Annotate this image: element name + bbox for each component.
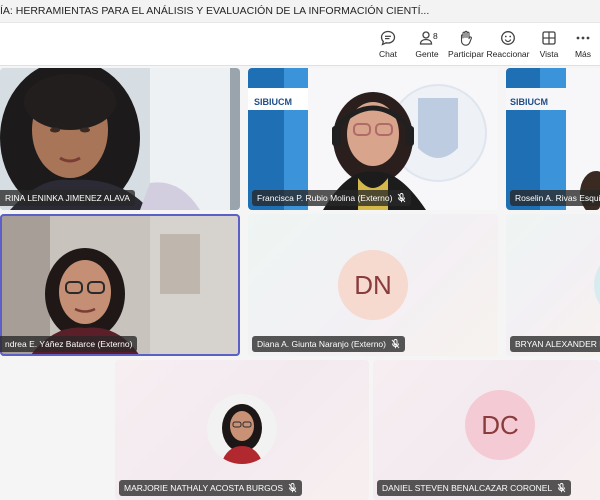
participant-nametag: BRYAN ALEXANDER MA	[510, 336, 600, 352]
participant-nametag: MARJORIE NATHALY ACOSTA BURGOS	[119, 480, 303, 496]
meeting-toolbar: Chat 8 Gente Participar Reaccionar Vista…	[0, 22, 600, 66]
banner-brand-text: SIBIUCM	[510, 97, 548, 107]
chat-button[interactable]: Chat	[366, 29, 410, 63]
video-grid: RINA LENINKA JIMENEZ ALAVA SIBIUCM Franc…	[0, 66, 600, 500]
participant-tile[interactable]: SIBIUCM Roselin A. Rivas Esquivia	[506, 68, 600, 210]
window-titlebar: ÍA: HERRAMIENTAS PARA EL ANÁLISIS Y EVAL…	[0, 0, 600, 22]
react-button[interactable]: Reaccionar	[486, 29, 530, 63]
mic-off-icon	[391, 339, 400, 349]
participant-video	[506, 68, 600, 210]
participant-video	[248, 68, 498, 210]
participant-nametag: DANIEL STEVEN BENALCAZAR CORONEL	[377, 480, 572, 496]
smile-icon	[501, 31, 515, 45]
participant-name: Roselin A. Rivas Esquivia	[515, 193, 600, 203]
more-button[interactable]: Más	[566, 29, 600, 63]
participant-tile[interactable]: SIBIUCM Francisca P. Rubio Molina (Exter…	[248, 68, 498, 210]
participant-tile[interactable]: DN Diana A. Giunta Naranjo (Externo)	[248, 214, 498, 356]
participant-name: Francisca P. Rubio Molina (Externo)	[257, 193, 393, 203]
participant-avatar: DC	[465, 390, 535, 460]
participant-video	[0, 68, 240, 210]
participant-name: MARJORIE NATHALY ACOSTA BURGOS	[124, 483, 284, 493]
raise-hand-label: Participar	[448, 49, 484, 59]
participant-name: RINA LENINKA JIMENEZ ALAVA	[5, 193, 130, 203]
participant-nametag: RINA LENINKA JIMENEZ ALAVA	[0, 190, 135, 206]
participant-nametag: Roselin A. Rivas Esquivia	[510, 190, 600, 206]
mic-off-icon	[557, 483, 566, 493]
participant-avatar: DN	[338, 250, 408, 320]
mic-off-icon	[288, 483, 297, 493]
participant-nametag: Francisca P. Rubio Molina (Externo)	[252, 190, 412, 206]
people-count: 8	[433, 31, 438, 41]
meeting-title: ÍA: HERRAMIENTAS PARA EL ANÁLISIS Y EVAL…	[0, 5, 430, 17]
raise-hand-button[interactable]: Participar	[444, 29, 488, 63]
participant-tile-active-speaker[interactable]: ndrea E. Yáñez Batarce (Externo)	[0, 214, 240, 356]
participant-tile[interactable]: MARJORIE NATHALY ACOSTA BURGOS	[115, 360, 369, 500]
more-options-icon	[576, 36, 590, 40]
banner-brand-text: SIBIUCM	[254, 97, 292, 107]
avatar-photo	[207, 394, 277, 464]
avatar-initials: DC	[481, 409, 519, 440]
avatar-initials: DN	[354, 269, 392, 300]
participant-nametag: ndrea E. Yáñez Batarce (Externo)	[0, 336, 138, 352]
more-label: Más	[574, 49, 592, 59]
participant-name: ndrea E. Yáñez Batarce (Externo)	[5, 339, 133, 349]
hand-icon	[460, 30, 472, 46]
mic-off-icon	[398, 193, 406, 203]
participant-name: DANIEL STEVEN BENALCAZAR CORONEL	[382, 483, 553, 493]
participant-tile[interactable]: RINA LENINKA JIMENEZ ALAVA	[0, 68, 240, 210]
view-label: Vista	[539, 49, 559, 59]
view-button[interactable]: Vista	[527, 29, 571, 63]
participant-video	[0, 214, 240, 356]
participant-avatar	[207, 394, 277, 464]
people-label: Gente	[415, 49, 439, 59]
chat-label: Chat	[379, 49, 397, 59]
participant-nametag: Diana A. Giunta Naranjo (Externo)	[252, 336, 405, 352]
participant-tile[interactable]: DC DANIEL STEVEN BENALCAZAR CORONEL	[373, 360, 600, 500]
participant-name: Diana A. Giunta Naranjo (Externo)	[257, 339, 386, 349]
chat-icon	[380, 30, 396, 46]
react-label: Reaccionar	[486, 49, 530, 59]
people-button[interactable]: 8 Gente	[405, 29, 449, 63]
participant-avatar	[594, 250, 600, 320]
participant-tile[interactable]: BRYAN ALEXANDER MA	[506, 214, 600, 356]
participant-name: BRYAN ALEXANDER MA	[515, 339, 600, 349]
grid-view-icon	[542, 31, 556, 45]
